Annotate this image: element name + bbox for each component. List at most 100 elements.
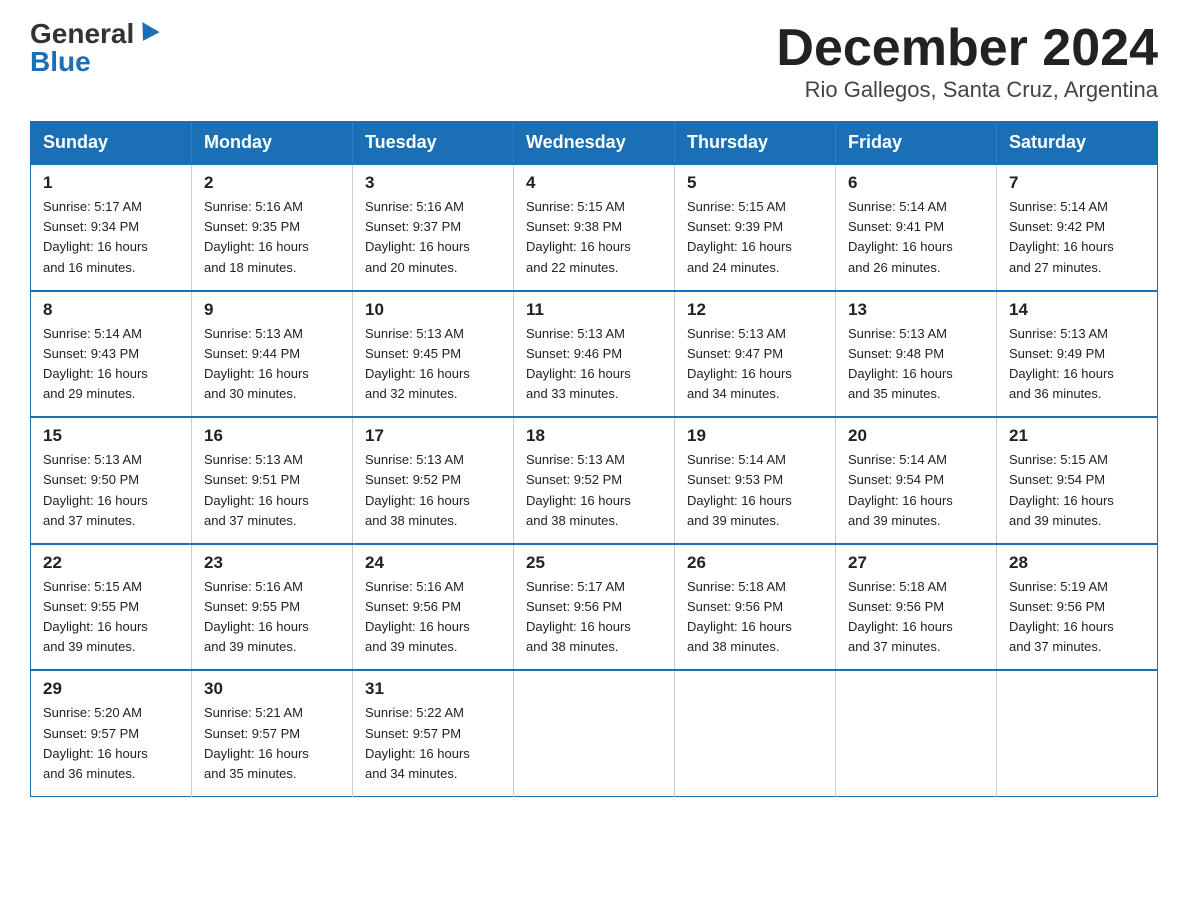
day-number: 14 xyxy=(1009,300,1147,320)
day-cell: 13 Sunrise: 5:13 AM Sunset: 9:48 PM Dayl… xyxy=(836,291,997,418)
day-number: 15 xyxy=(43,426,181,446)
day-cell: 9 Sunrise: 5:13 AM Sunset: 9:44 PM Dayli… xyxy=(192,291,353,418)
day-cell xyxy=(997,670,1158,796)
day-cell: 25 Sunrise: 5:17 AM Sunset: 9:56 PM Dayl… xyxy=(514,544,675,671)
day-cell: 2 Sunrise: 5:16 AM Sunset: 9:35 PM Dayli… xyxy=(192,164,353,291)
day-cell: 26 Sunrise: 5:18 AM Sunset: 9:56 PM Dayl… xyxy=(675,544,836,671)
day-cell: 19 Sunrise: 5:14 AM Sunset: 9:53 PM Dayl… xyxy=(675,417,836,544)
day-number: 26 xyxy=(687,553,825,573)
day-number: 4 xyxy=(526,173,664,193)
day-cell xyxy=(836,670,997,796)
day-number: 20 xyxy=(848,426,986,446)
day-cell: 1 Sunrise: 5:17 AM Sunset: 9:34 PM Dayli… xyxy=(31,164,192,291)
day-info: Sunrise: 5:14 AM Sunset: 9:41 PM Dayligh… xyxy=(848,197,986,278)
day-info: Sunrise: 5:16 AM Sunset: 9:37 PM Dayligh… xyxy=(365,197,503,278)
day-cell: 6 Sunrise: 5:14 AM Sunset: 9:41 PM Dayli… xyxy=(836,164,997,291)
header-row: SundayMondayTuesdayWednesdayThursdayFrid… xyxy=(31,122,1158,165)
day-info: Sunrise: 5:13 AM Sunset: 9:51 PM Dayligh… xyxy=(204,450,342,531)
day-cell: 24 Sunrise: 5:16 AM Sunset: 9:56 PM Dayl… xyxy=(353,544,514,671)
day-cell: 10 Sunrise: 5:13 AM Sunset: 9:45 PM Dayl… xyxy=(353,291,514,418)
day-cell xyxy=(514,670,675,796)
day-info: Sunrise: 5:19 AM Sunset: 9:56 PM Dayligh… xyxy=(1009,577,1147,658)
day-number: 5 xyxy=(687,173,825,193)
day-info: Sunrise: 5:18 AM Sunset: 9:56 PM Dayligh… xyxy=(687,577,825,658)
day-info: Sunrise: 5:15 AM Sunset: 9:38 PM Dayligh… xyxy=(526,197,664,278)
day-cell: 17 Sunrise: 5:13 AM Sunset: 9:52 PM Dayl… xyxy=(353,417,514,544)
day-number: 31 xyxy=(365,679,503,699)
day-info: Sunrise: 5:13 AM Sunset: 9:48 PM Dayligh… xyxy=(848,324,986,405)
day-cell xyxy=(675,670,836,796)
day-cell: 18 Sunrise: 5:13 AM Sunset: 9:52 PM Dayl… xyxy=(514,417,675,544)
day-info: Sunrise: 5:18 AM Sunset: 9:56 PM Dayligh… xyxy=(848,577,986,658)
day-number: 6 xyxy=(848,173,986,193)
location-subtitle: Rio Gallegos, Santa Cruz, Argentina xyxy=(776,77,1158,103)
day-cell: 31 Sunrise: 5:22 AM Sunset: 9:57 PM Dayl… xyxy=(353,670,514,796)
day-info: Sunrise: 5:14 AM Sunset: 9:53 PM Dayligh… xyxy=(687,450,825,531)
week-row-5: 29 Sunrise: 5:20 AM Sunset: 9:57 PM Dayl… xyxy=(31,670,1158,796)
day-info: Sunrise: 5:13 AM Sunset: 9:49 PM Dayligh… xyxy=(1009,324,1147,405)
day-info: Sunrise: 5:13 AM Sunset: 9:46 PM Dayligh… xyxy=(526,324,664,405)
day-cell: 4 Sunrise: 5:15 AM Sunset: 9:38 PM Dayli… xyxy=(514,164,675,291)
logo-general-text: General xyxy=(30,20,134,48)
day-number: 17 xyxy=(365,426,503,446)
header-cell-friday: Friday xyxy=(836,122,997,165)
day-number: 22 xyxy=(43,553,181,573)
day-info: Sunrise: 5:22 AM Sunset: 9:57 PM Dayligh… xyxy=(365,703,503,784)
week-row-4: 22 Sunrise: 5:15 AM Sunset: 9:55 PM Dayl… xyxy=(31,544,1158,671)
day-number: 1 xyxy=(43,173,181,193)
day-info: Sunrise: 5:14 AM Sunset: 9:42 PM Dayligh… xyxy=(1009,197,1147,278)
day-info: Sunrise: 5:13 AM Sunset: 9:52 PM Dayligh… xyxy=(365,450,503,531)
day-number: 25 xyxy=(526,553,664,573)
day-info: Sunrise: 5:16 AM Sunset: 9:56 PM Dayligh… xyxy=(365,577,503,658)
header-cell-tuesday: Tuesday xyxy=(353,122,514,165)
day-info: Sunrise: 5:13 AM Sunset: 9:44 PM Dayligh… xyxy=(204,324,342,405)
day-number: 27 xyxy=(848,553,986,573)
day-cell: 20 Sunrise: 5:14 AM Sunset: 9:54 PM Dayl… xyxy=(836,417,997,544)
header-cell-sunday: Sunday xyxy=(31,122,192,165)
day-info: Sunrise: 5:20 AM Sunset: 9:57 PM Dayligh… xyxy=(43,703,181,784)
week-row-2: 8 Sunrise: 5:14 AM Sunset: 9:43 PM Dayli… xyxy=(31,291,1158,418)
day-info: Sunrise: 5:13 AM Sunset: 9:45 PM Dayligh… xyxy=(365,324,503,405)
day-cell: 5 Sunrise: 5:15 AM Sunset: 9:39 PM Dayli… xyxy=(675,164,836,291)
day-number: 16 xyxy=(204,426,342,446)
day-number: 7 xyxy=(1009,173,1147,193)
day-cell: 3 Sunrise: 5:16 AM Sunset: 9:37 PM Dayli… xyxy=(353,164,514,291)
month-title: December 2024 xyxy=(776,20,1158,77)
day-info: Sunrise: 5:16 AM Sunset: 9:55 PM Dayligh… xyxy=(204,577,342,658)
day-info: Sunrise: 5:17 AM Sunset: 9:56 PM Dayligh… xyxy=(526,577,664,658)
day-number: 9 xyxy=(204,300,342,320)
day-cell: 7 Sunrise: 5:14 AM Sunset: 9:42 PM Dayli… xyxy=(997,164,1158,291)
day-number: 10 xyxy=(365,300,503,320)
day-cell: 22 Sunrise: 5:15 AM Sunset: 9:55 PM Dayl… xyxy=(31,544,192,671)
logo-triangle-icon xyxy=(135,22,160,46)
day-cell: 23 Sunrise: 5:16 AM Sunset: 9:55 PM Dayl… xyxy=(192,544,353,671)
day-cell: 27 Sunrise: 5:18 AM Sunset: 9:56 PM Dayl… xyxy=(836,544,997,671)
day-info: Sunrise: 5:15 AM Sunset: 9:55 PM Dayligh… xyxy=(43,577,181,658)
day-number: 21 xyxy=(1009,426,1147,446)
header-cell-wednesday: Wednesday xyxy=(514,122,675,165)
day-info: Sunrise: 5:17 AM Sunset: 9:34 PM Dayligh… xyxy=(43,197,181,278)
day-number: 29 xyxy=(43,679,181,699)
calendar-table: SundayMondayTuesdayWednesdayThursdayFrid… xyxy=(30,121,1158,797)
day-info: Sunrise: 5:13 AM Sunset: 9:52 PM Dayligh… xyxy=(526,450,664,531)
day-number: 28 xyxy=(1009,553,1147,573)
day-cell: 29 Sunrise: 5:20 AM Sunset: 9:57 PM Dayl… xyxy=(31,670,192,796)
day-cell: 12 Sunrise: 5:13 AM Sunset: 9:47 PM Dayl… xyxy=(675,291,836,418)
day-info: Sunrise: 5:14 AM Sunset: 9:43 PM Dayligh… xyxy=(43,324,181,405)
day-info: Sunrise: 5:15 AM Sunset: 9:39 PM Dayligh… xyxy=(687,197,825,278)
day-cell: 11 Sunrise: 5:13 AM Sunset: 9:46 PM Dayl… xyxy=(514,291,675,418)
day-number: 11 xyxy=(526,300,664,320)
day-info: Sunrise: 5:13 AM Sunset: 9:47 PM Dayligh… xyxy=(687,324,825,405)
calendar-header: SundayMondayTuesdayWednesdayThursdayFrid… xyxy=(31,122,1158,165)
day-number: 30 xyxy=(204,679,342,699)
week-row-3: 15 Sunrise: 5:13 AM Sunset: 9:50 PM Dayl… xyxy=(31,417,1158,544)
logo-blue-text: Blue xyxy=(30,48,91,76)
day-number: 2 xyxy=(204,173,342,193)
day-number: 3 xyxy=(365,173,503,193)
day-info: Sunrise: 5:21 AM Sunset: 9:57 PM Dayligh… xyxy=(204,703,342,784)
day-cell: 15 Sunrise: 5:13 AM Sunset: 9:50 PM Dayl… xyxy=(31,417,192,544)
day-info: Sunrise: 5:14 AM Sunset: 9:54 PM Dayligh… xyxy=(848,450,986,531)
title-area: December 2024 Rio Gallegos, Santa Cruz, … xyxy=(776,20,1158,103)
day-number: 8 xyxy=(43,300,181,320)
day-number: 18 xyxy=(526,426,664,446)
